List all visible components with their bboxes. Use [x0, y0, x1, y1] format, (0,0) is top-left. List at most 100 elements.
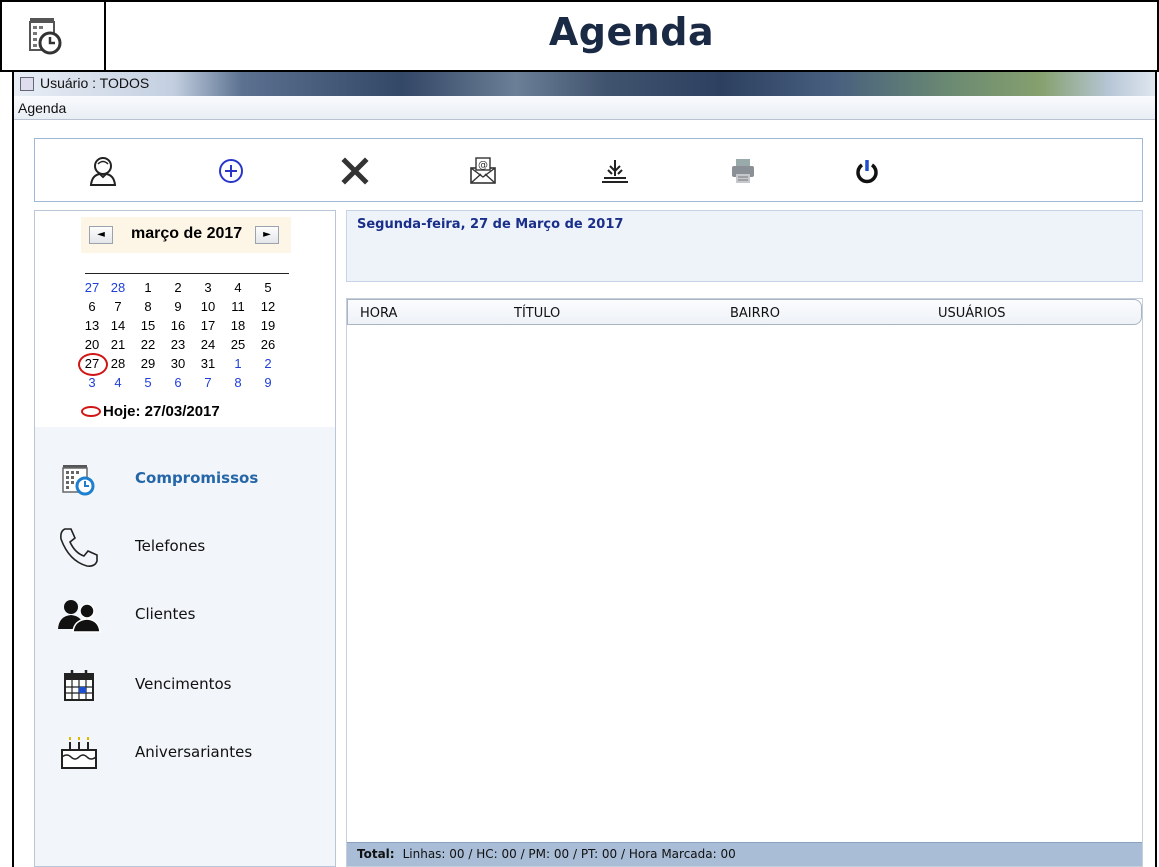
calendar-icon — [55, 661, 103, 709]
selected-date-heading: Segunda-feira, 27 de Março de 2017 — [357, 217, 624, 232]
calendar-clock-icon — [29, 18, 62, 55]
grid-header: HORA TÍTULO BAIRRO USUÁRIOS — [347, 299, 1142, 325]
printer-icon — [732, 159, 754, 183]
calendar-day[interactable]: 30 — [163, 356, 193, 371]
phone-icon — [55, 523, 103, 571]
calendar-day[interactable]: 31 — [193, 356, 223, 371]
users-icon — [55, 591, 103, 639]
calendar-day[interactable]: 19 — [253, 318, 283, 333]
calendar-day[interactable]: 18 — [223, 318, 253, 333]
email-button[interactable]: @ — [463, 153, 503, 189]
agenda-window: Usuário : TODOS Agenda @ ◄ março de 2017… — [12, 72, 1157, 867]
cake-icon — [55, 729, 103, 777]
calendar-day[interactable]: 7 — [103, 299, 133, 314]
date-header-panel: Segunda-feira, 27 de Março de 2017 — [346, 210, 1143, 282]
calendar-day[interactable]: 23 — [163, 337, 193, 352]
calendar-day[interactable]: 10 — [193, 299, 223, 314]
calendar-day[interactable]: 15 — [133, 318, 163, 333]
mini-calendar: ◄ março de 2017 ► 27 28 1 2 3 4 5 6 7 8 9 10 11 12 13 1… — [35, 211, 335, 427]
calendar-day[interactable]: 25 — [223, 337, 253, 352]
window-icon — [20, 77, 34, 91]
calendar-day[interactable]: 16 — [163, 318, 193, 333]
sidebar-item-aniversariantes[interactable]: Aniversariantes — [55, 729, 325, 777]
calendar-day[interactable]: 1 — [133, 280, 163, 295]
sidebar-item-vencimentos[interactable]: Vencimentos — [55, 661, 325, 709]
calendar-week-row: 27 28 29 30 31 1 2 — [78, 353, 283, 376]
sort-icon — [602, 160, 628, 183]
calendar-day[interactable]: 27 — [78, 353, 108, 376]
sidebar-item-telefones[interactable]: Telefones — [55, 523, 325, 571]
calendar-day[interactable]: 2 — [253, 356, 283, 371]
print-button[interactable] — [723, 153, 763, 189]
power-icon — [856, 160, 878, 184]
calendar-month-label[interactable]: março de 2017 — [131, 225, 242, 243]
today-label: Hoje: 27/03/2017 — [103, 403, 220, 420]
calendar-day[interactable]: 9 — [253, 375, 283, 390]
calendar-day[interactable]: 20 — [81, 337, 103, 352]
calendar-day[interactable]: 28 — [103, 280, 133, 295]
status-summary: Linhas: 00 / HC: 00 / PM: 00 / PT: 00 / … — [402, 847, 736, 861]
calendar-day[interactable]: 6 — [163, 375, 193, 390]
calendar-day[interactable]: 8 — [223, 375, 253, 390]
add-circle-icon — [219, 159, 243, 183]
close-x-icon — [341, 157, 369, 185]
user-button[interactable] — [83, 153, 123, 189]
status-bar: Total: Linhas: 00 / HC: 00 / PM: 00 / PT:… — [347, 842, 1142, 866]
email-icon: @ — [470, 157, 496, 184]
calendar-week-row: 13 14 15 16 17 18 19 — [81, 315, 283, 334]
calendar-day[interactable]: 5 — [253, 280, 283, 295]
appointments-grid[interactable]: HORA TÍTULO BAIRRO USUÁRIOS Total: Linhas… — [346, 298, 1143, 867]
sidebar-item-clientes[interactable]: Clientes — [55, 591, 325, 639]
column-header-bairro[interactable]: BAIRRO — [730, 306, 780, 321]
sidebar-item-compromissos[interactable]: Compromissos — [55, 455, 325, 503]
calendar-day[interactable]: 24 — [193, 337, 223, 352]
svg-text:@: @ — [478, 160, 488, 171]
sidebar-item-label: Compromissos — [135, 469, 259, 487]
calendar-day[interactable]: 22 — [133, 337, 163, 352]
calendar-day[interactable]: 2 — [163, 280, 193, 295]
calendar-day[interactable]: 11 — [223, 299, 253, 314]
calendar-day[interactable]: 4 — [103, 375, 133, 390]
user-icon — [89, 157, 117, 186]
calendar-day[interactable]: 14 — [103, 318, 133, 333]
window-title: Usuário : TODOS — [40, 75, 150, 91]
add-button[interactable] — [211, 153, 251, 189]
status-label: Total: — [357, 847, 395, 861]
column-header-usuarios[interactable]: USUÁRIOS — [938, 306, 1006, 321]
calendar-divider — [85, 273, 289, 274]
calendar-day[interactable]: 26 — [253, 337, 283, 352]
calendar-day[interactable]: 12 — [253, 299, 283, 314]
calendar-next-button[interactable]: ► — [255, 226, 279, 244]
page-title: Agenda — [548, 10, 715, 54]
calendar-day[interactable]: 9 — [163, 299, 193, 314]
sidebar-item-label: Telefones — [135, 537, 206, 555]
column-header-titulo[interactable]: TÍTULO — [514, 306, 560, 321]
calendar-day[interactable]: 8 — [133, 299, 163, 314]
calendar-day[interactable]: 7 — [193, 375, 223, 390]
calendar-day[interactable]: 27 — [81, 280, 103, 295]
logo-cell — [2, 2, 106, 70]
calendar-day[interactable]: 5 — [133, 375, 163, 390]
column-header-hora[interactable]: HORA — [360, 306, 397, 321]
calendar-day[interactable]: 3 — [81, 375, 103, 390]
power-button[interactable] — [847, 153, 887, 189]
sort-button[interactable] — [595, 153, 635, 189]
calendar-week-row: 6 7 8 9 10 11 12 — [81, 296, 283, 315]
calendar-prev-button[interactable]: ◄ — [89, 226, 113, 244]
window-titlebar[interactable]: Usuário : TODOS — [14, 72, 1155, 96]
menu-item-agenda[interactable]: Agenda — [18, 100, 66, 116]
sidebar-item-label: Clientes — [135, 605, 196, 623]
today-marker-icon — [81, 406, 101, 417]
calendar-day[interactable]: 13 — [81, 318, 103, 333]
calendar-header: ◄ março de 2017 ► — [81, 217, 291, 253]
calendar-day[interactable]: 21 — [103, 337, 133, 352]
sidebar-item-label: Vencimentos — [135, 675, 232, 693]
calendar-day[interactable]: 3 — [193, 280, 223, 295]
calendar-day[interactable]: 17 — [193, 318, 223, 333]
calendar-day[interactable]: 6 — [81, 299, 103, 314]
delete-button[interactable] — [335, 153, 375, 189]
calendar-day[interactable]: 4 — [223, 280, 253, 295]
calendar-day[interactable]: 1 — [223, 356, 253, 371]
calendar-today[interactable]: Hoje: 27/03/2017 — [81, 403, 220, 420]
calendar-day[interactable]: 29 — [133, 356, 163, 371]
